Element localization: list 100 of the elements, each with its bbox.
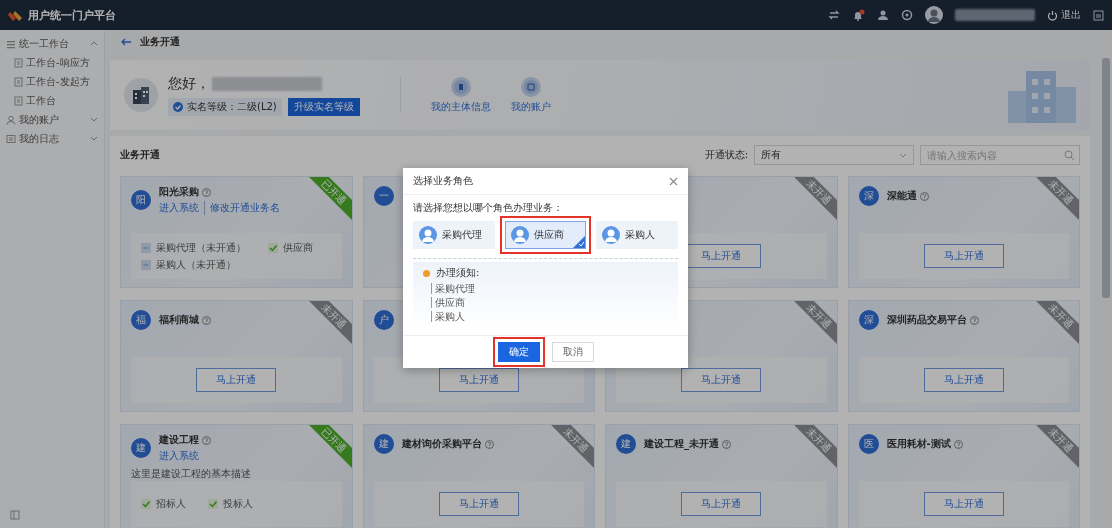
card-link[interactable]: 进入系统 bbox=[159, 201, 199, 215]
service-description: 这里是建设工程的基本描述 bbox=[131, 467, 252, 481]
user-icon[interactable] bbox=[877, 9, 889, 21]
notice-item: 采购代理 bbox=[431, 283, 668, 294]
card-link[interactable]: 进入系统 bbox=[159, 449, 199, 463]
card-link[interactable]: 修改开通业务名 bbox=[204, 201, 280, 215]
confirm-button[interactable]: 确定 bbox=[497, 342, 540, 362]
help-icon[interactable] bbox=[484, 439, 494, 449]
role-label: 采购代理（未开通） bbox=[156, 240, 246, 255]
app-title: 用户统一门户平台 bbox=[28, 7, 116, 23]
verified-icon bbox=[173, 101, 183, 112]
user-avatar-icon bbox=[602, 226, 621, 244]
building-drawing bbox=[1008, 71, 1076, 123]
service-logo: 户 bbox=[373, 310, 394, 330]
page-icon bbox=[14, 76, 23, 87]
document-icon bbox=[6, 133, 16, 144]
status-select[interactable]: 所有 bbox=[754, 145, 914, 165]
service-title: 阳光采购 bbox=[159, 185, 199, 199]
sidebar-item[interactable]: 我的账户 bbox=[0, 110, 104, 129]
open-now-button[interactable]: 马上开通 bbox=[196, 368, 277, 392]
fullscreen-icon[interactable] bbox=[1093, 9, 1104, 21]
service-logo: 深 bbox=[858, 186, 879, 206]
role-label: 招标人 bbox=[156, 497, 186, 511]
page-title: 业务开通 bbox=[140, 35, 180, 49]
help-icon[interactable] bbox=[202, 315, 211, 325]
avatar-icon[interactable] bbox=[925, 6, 943, 24]
power-icon bbox=[1047, 9, 1058, 21]
account-icon bbox=[520, 76, 541, 97]
role-option[interactable]: 供应商 bbox=[504, 221, 587, 249]
service-logo: 一 bbox=[373, 186, 394, 206]
service-logo: 深 bbox=[858, 310, 879, 330]
help-icon[interactable] bbox=[919, 191, 929, 201]
close-icon[interactable] bbox=[669, 176, 678, 186]
page-icon bbox=[14, 95, 23, 106]
sidebar-item[interactable]: 统一工作台 bbox=[0, 34, 104, 53]
upgrade-button[interactable]: 升级实名等级 bbox=[287, 97, 360, 116]
role-option[interactable]: 采购代理 bbox=[413, 221, 495, 249]
bell-icon[interactable] bbox=[852, 9, 865, 21]
profile-icon bbox=[450, 76, 471, 97]
sidebar-subitem[interactable]: 工作台-响应方 bbox=[0, 53, 104, 72]
shortcut-link[interactable]: 我的主体信息 bbox=[430, 76, 491, 114]
page-icon bbox=[14, 57, 23, 68]
scrollbar-thumb[interactable] bbox=[1102, 58, 1110, 298]
help-icon[interactable] bbox=[953, 439, 963, 449]
role-label: 投标人 bbox=[223, 497, 253, 511]
service-logo: 医 bbox=[858, 434, 879, 454]
role-option[interactable]: 采购人 bbox=[596, 221, 678, 249]
service-title: 建设工程_未开通 bbox=[644, 437, 719, 451]
open-now-button[interactable]: 马上开通 bbox=[923, 244, 1004, 268]
notice-title: 办理须知: bbox=[436, 266, 480, 280]
service-title: 建设工程 bbox=[159, 433, 199, 447]
dialog-title: 选择业务角色 bbox=[413, 174, 473, 188]
logout-link[interactable]: 退出 bbox=[1047, 8, 1081, 22]
selected-check-icon bbox=[573, 236, 586, 248]
service-title: 深能通 bbox=[886, 189, 917, 203]
user-avatar-icon bbox=[510, 226, 529, 244]
help-icon[interactable] bbox=[722, 439, 731, 449]
filter-label: 开通状态: bbox=[704, 148, 748, 162]
open-now-button[interactable]: 马上开通 bbox=[438, 492, 519, 516]
logo-icon bbox=[8, 8, 22, 22]
service-title: 深圳药品交易平台 bbox=[886, 313, 967, 327]
chevron-down-icon bbox=[899, 151, 907, 159]
help-icon[interactable] bbox=[202, 187, 211, 197]
back-arrow-icon[interactable] bbox=[120, 37, 132, 47]
service-logo: 建 bbox=[616, 434, 636, 454]
collapse-icon[interactable] bbox=[10, 510, 20, 520]
user-avatar-icon bbox=[419, 226, 437, 244]
notice-item: 采购人 bbox=[431, 311, 668, 322]
search-icon bbox=[1064, 150, 1074, 160]
bullet-icon bbox=[423, 269, 430, 277]
user-icon bbox=[6, 114, 16, 125]
notice-item: 供应商 bbox=[431, 297, 668, 308]
cancel-button[interactable]: 取消 bbox=[551, 342, 594, 362]
role-label: 供应商 bbox=[283, 240, 313, 255]
sidebar-subitem[interactable]: 工作台-发起方 bbox=[0, 72, 104, 91]
sidebar-item[interactable]: 我的日志 bbox=[0, 129, 104, 148]
sidebar-subitem[interactable]: 工作台 bbox=[0, 91, 104, 110]
building-drawing bbox=[131, 85, 151, 105]
service-title: 建材询价采购平台 bbox=[401, 437, 482, 451]
service-logo: 阳 bbox=[131, 190, 151, 210]
service-title: 医用耗材-测试 bbox=[886, 437, 951, 451]
help-icon[interactable] bbox=[202, 435, 211, 445]
open-now-button[interactable]: 马上开通 bbox=[438, 368, 519, 392]
verification-level: 实名等级：二级(L2) bbox=[168, 97, 282, 116]
service-logo: 建 bbox=[373, 434, 394, 454]
dialog-prompt: 请选择您想以哪个角色办理业务： bbox=[413, 201, 564, 215]
role-label: 采购人（未开通） bbox=[156, 257, 236, 272]
service-logo: 建 bbox=[131, 438, 151, 458]
open-now-button[interactable]: 马上开通 bbox=[923, 492, 1004, 516]
greeting-text: 您好， bbox=[168, 74, 210, 93]
service-logo: 福 bbox=[131, 310, 151, 330]
swap-icon[interactable] bbox=[828, 9, 840, 21]
section-title: 业务开通 bbox=[120, 148, 160, 162]
service-title: 福利商城 bbox=[159, 313, 199, 327]
shortcut-link[interactable]: 我的账户 bbox=[510, 76, 551, 114]
open-now-button[interactable]: 马上开通 bbox=[923, 368, 1004, 392]
help-icon[interactable] bbox=[969, 315, 979, 325]
open-now-button[interactable]: 马上开通 bbox=[681, 492, 762, 516]
menu-icon bbox=[6, 38, 16, 49]
open-now-button[interactable]: 马上开通 bbox=[681, 368, 762, 392]
